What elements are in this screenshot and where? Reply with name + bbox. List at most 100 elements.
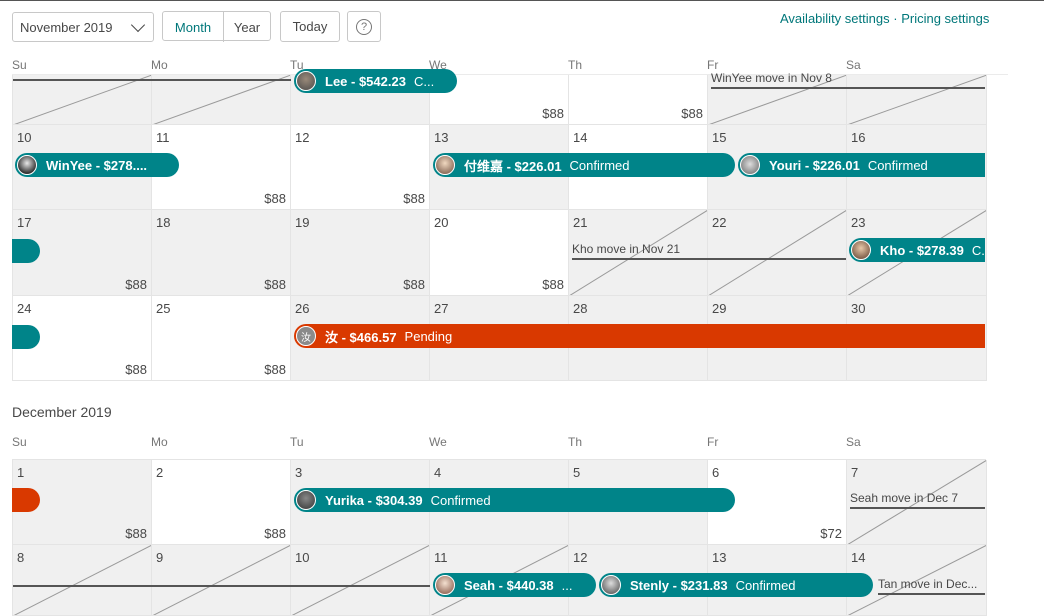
today-button[interactable]: Today — [280, 11, 340, 42]
weekday-label: Mo — [151, 58, 168, 72]
day-number: 20 — [434, 215, 449, 230]
help-button[interactable]: ? — [347, 11, 381, 42]
calendar-day-cell[interactable] — [13, 75, 152, 125]
month-view-button[interactable]: Month — [163, 12, 224, 42]
calendar-day-cell[interactable]: 2 $88 — [152, 460, 291, 545]
booking-bar[interactable]: Youri - $226.01 Confirmed — [738, 153, 985, 177]
booking-bar[interactable]: Kho - $278.39 C... — [849, 238, 985, 262]
calendar-day-cell[interactable]: 12 $88 — [291, 125, 430, 210]
calendar-day-cell[interactable]: 25 $88 — [152, 296, 291, 381]
booking-bar[interactable]: 汝 汝 - $466.57 Pending — [294, 324, 985, 348]
day-number: 5 — [573, 465, 581, 480]
booking-guest: Stenly - $231.83 — [630, 577, 728, 593]
booking-bar[interactable]: 付维嘉 - $226.01 Confirmed — [433, 153, 735, 177]
day-price: $88 — [264, 191, 286, 206]
booking-bar[interactable]: Seah - $440.38 ... — [433, 573, 596, 597]
booking-guest: 付维嘉 - $226.01 — [464, 158, 562, 174]
day-number: 8 — [17, 550, 25, 565]
chevron-down-icon — [130, 17, 146, 32]
year-view-button[interactable]: Year — [224, 12, 270, 42]
day-number: 6 — [712, 465, 720, 480]
calendar-day-cell[interactable]: 20 $88 — [430, 210, 569, 296]
booking-status: Pending — [404, 328, 453, 344]
booking-status: C... — [971, 242, 985, 258]
blocked-slash — [152, 545, 290, 615]
day-number: 11 — [156, 130, 170, 145]
booking-guest: Yurika - $304.39 — [325, 492, 423, 508]
day-number: 11 — [434, 550, 448, 565]
settings-links: Availability settings · Pricing settings — [780, 11, 989, 26]
blocked-slash — [13, 545, 151, 615]
day-price: $72 — [820, 526, 842, 541]
booking-bar[interactable]: WinYee - $278.... — [15, 153, 179, 177]
booking-continuation[interactable] — [12, 325, 40, 349]
weekday-label: We — [429, 435, 447, 449]
day-number: 27 — [434, 301, 449, 316]
blocked-slash — [153, 75, 290, 124]
day-number: 16 — [851, 130, 866, 145]
guest-avatar — [740, 155, 760, 175]
day-number: 9 — [156, 550, 164, 565]
calendar-day-cell[interactable]: 9 — [152, 545, 291, 616]
calendar-day-cell[interactable]: 19 $88 — [291, 210, 430, 296]
day-number: 3 — [295, 465, 303, 480]
view-toggle: Month Year — [162, 11, 271, 42]
booking-status: Confirmed — [867, 157, 928, 173]
pricing-settings-link[interactable]: Pricing settings — [901, 11, 989, 26]
day-price: $88 — [403, 191, 425, 206]
calendar-day-cell[interactable]: 8 — [13, 545, 152, 616]
weekday-label: Tu — [290, 435, 304, 449]
day-number: 10 — [295, 550, 310, 565]
guest-avatar: 汝 — [296, 326, 316, 346]
guest-avatar — [296, 490, 316, 510]
day-number: 24 — [17, 301, 32, 316]
day-number: 25 — [156, 301, 171, 316]
move-in-note[interactable]: Tan move in Dec... — [878, 577, 985, 595]
day-number: 14 — [851, 550, 866, 565]
calendar-day-cell[interactable]: $88 — [569, 75, 708, 125]
day-price: $88 — [403, 277, 425, 292]
weekday-label: Sa — [846, 435, 861, 449]
weekday-label: Th — [568, 435, 583, 449]
day-number: 10 — [17, 130, 32, 145]
day-number: 30 — [851, 301, 866, 316]
move-in-note[interactable]: WinYee move in Nov 8 — [711, 71, 985, 89]
booking-status: Confirmed — [735, 577, 796, 593]
move-in-note[interactable]: Seah move in Dec 7 — [850, 491, 985, 509]
day-number: 12 — [573, 550, 588, 565]
day-price: $88 — [264, 362, 286, 377]
booking-status: Confirmed — [569, 157, 630, 173]
guest-avatar — [435, 575, 455, 595]
weekday-label: Su — [12, 58, 27, 72]
availability-settings-link[interactable]: Availability settings — [780, 11, 890, 26]
booking-continuation[interactable] — [12, 239, 40, 263]
booking-bar[interactable]: Lee - $542.23 C... — [294, 69, 457, 93]
booking-continuation[interactable] — [12, 488, 40, 512]
day-price: $88 — [125, 362, 147, 377]
booking-status: C... — [413, 73, 435, 89]
booking-guest: Lee - $542.23 — [325, 73, 406, 89]
weekday-label: Su — [12, 435, 27, 449]
booking-status: ... — [561, 577, 573, 593]
booking-bar[interactable]: Stenly - $231.83 Confirmed — [599, 573, 873, 597]
month-select-value: November 2019 — [20, 19, 113, 35]
weekday-label: Th — [568, 58, 583, 72]
month-select[interactable]: November 2019 — [12, 12, 154, 42]
calendar-day-cell[interactable]: 18 $88 — [152, 210, 291, 296]
calendar-day-cell[interactable]: 10 — [291, 545, 430, 616]
help-icon: ? — [356, 18, 372, 35]
weekday-label: Sa — [846, 58, 861, 72]
day-number: 29 — [712, 301, 727, 316]
day-number: 21 — [573, 215, 588, 230]
day-price: $88 — [125, 277, 147, 292]
top-border — [0, 0, 1044, 1]
booking-guest: 汝 - $466.57 — [325, 329, 397, 345]
move-in-note[interactable]: Kho move in Nov 21 — [572, 242, 846, 260]
day-number: 19 — [295, 215, 310, 230]
booking-bar[interactable]: Yurika - $304.39 Confirmed — [294, 488, 735, 512]
day-price: $88 — [264, 277, 286, 292]
day-number: 28 — [573, 301, 588, 316]
guest-avatar — [435, 155, 455, 175]
day-number: 2 — [156, 465, 164, 480]
calendar-day-cell[interactable] — [152, 75, 291, 125]
